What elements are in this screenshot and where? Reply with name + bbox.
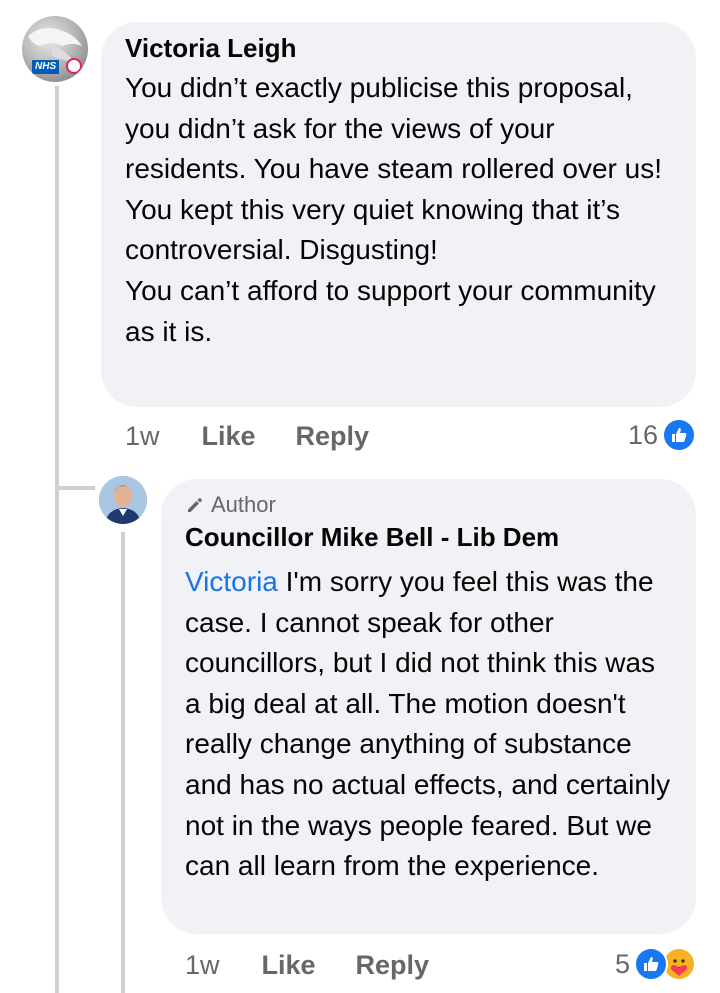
thread-line-reply <box>121 532 125 993</box>
reply-author-name[interactable]: Councillor Mike Bell - Lib Dem <box>185 522 672 552</box>
reply-text: Victoria I'm sorry you feel this was the… <box>185 562 672 887</box>
comment-reactions[interactable]: 16 <box>628 418 696 452</box>
person-photo-icon <box>99 476 147 524</box>
reply-avatar[interactable] <box>99 476 147 524</box>
comment-text: You didn’t exactly publicise this propos… <box>125 72 662 347</box>
avatar[interactable]: NHS <box>22 16 88 82</box>
comment-bubble: Victoria Leigh You didn’t exactly public… <box>101 22 696 407</box>
reply-text-body: I'm sorry you feel this was the case. I … <box>185 566 678 882</box>
reply-like-button[interactable]: Like <box>262 950 316 981</box>
author-badge-label: Author <box>211 492 276 517</box>
reply-button[interactable]: Reply <box>296 421 370 452</box>
like-icon <box>662 418 696 452</box>
comment-actions: 1w Like Reply <box>125 420 369 452</box>
reply-reactions[interactable]: 5 <box>615 947 696 981</box>
comment-timestamp[interactable]: 1w <box>125 421 160 452</box>
reaction-count: 16 <box>627 419 658 450</box>
reply-timestamp[interactable]: 1w <box>185 950 220 981</box>
like-icon <box>634 947 668 981</box>
nhs-badge: NHS <box>32 60 60 74</box>
author-badge: Author <box>185 492 672 518</box>
reply-actions: 1w Like Reply <box>185 949 429 981</box>
reaction-count: 5 <box>614 948 630 979</box>
mention-link[interactable]: Victoria <box>185 566 278 597</box>
thread-line-main <box>55 86 59 993</box>
like-button[interactable]: Like <box>202 421 256 452</box>
heart-badge-icon <box>66 58 82 74</box>
thread-connector <box>55 486 95 490</box>
reply-reply-button[interactable]: Reply <box>356 950 430 981</box>
comment-author-name[interactable]: Victoria Leigh <box>125 33 672 63</box>
pencil-icon <box>188 498 202 512</box>
reply-bubble: Author Councillor Mike Bell - Lib Dem Vi… <box>161 479 696 934</box>
